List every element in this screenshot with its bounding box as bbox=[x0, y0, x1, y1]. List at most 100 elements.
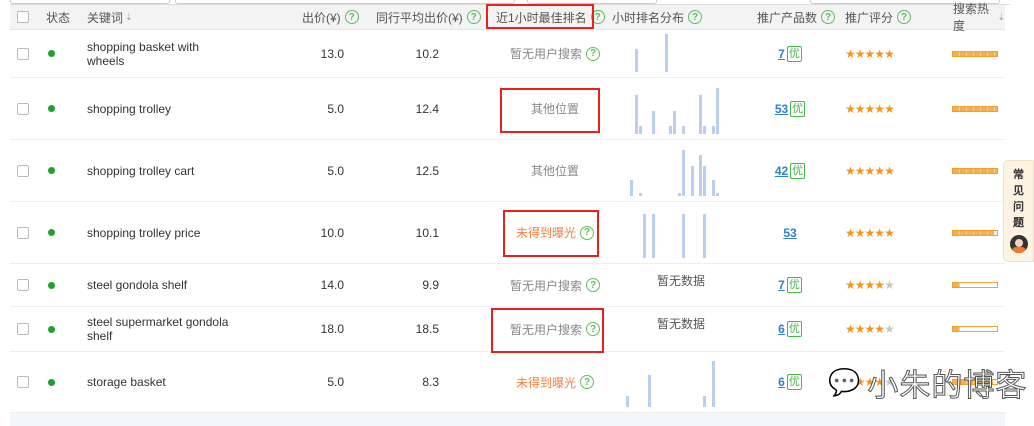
keyword-text: shopping trolley price bbox=[87, 225, 201, 240]
star-icon: ★ bbox=[884, 101, 895, 116]
product-count-link[interactable]: 7 bbox=[778, 278, 785, 292]
sort-icon[interactable]: ⇣ bbox=[997, 12, 1005, 23]
status-active-icon bbox=[48, 325, 55, 333]
highlight-box bbox=[486, 4, 594, 29]
product-count-link[interactable]: 6 bbox=[778, 322, 785, 336]
assistant-avatar-icon bbox=[1009, 235, 1028, 253]
star-icon: ★ bbox=[854, 278, 866, 292]
hour-bar bbox=[638, 192, 642, 196]
row-checkbox[interactable] bbox=[17, 323, 29, 335]
header-keyword-label: 关键词 bbox=[87, 10, 124, 25]
help-icon[interactable]: ? bbox=[688, 10, 703, 24]
keyword-text: shopping basket with wheels bbox=[87, 39, 200, 68]
star-icon: ★ bbox=[845, 225, 856, 240]
star-icon: ★ bbox=[874, 101, 885, 116]
hour-bar bbox=[681, 150, 685, 196]
help-icon[interactable]: ? bbox=[897, 10, 912, 24]
header-avg-bid: 同行平均出价(¥) bbox=[376, 10, 463, 25]
quality-badge: 优 bbox=[786, 45, 802, 62]
quality-badge: 优 bbox=[786, 277, 802, 293]
avg-bid-value: 9.9 bbox=[422, 278, 439, 292]
bid-value: 18.0 bbox=[320, 322, 344, 336]
sort-icon[interactable]: ⇣ bbox=[125, 12, 133, 23]
row-checkbox[interactable] bbox=[17, 164, 29, 177]
hourly-rank-chart bbox=[626, 88, 736, 134]
rating-stars: ★ ★ ★ ★ ★ bbox=[845, 30, 895, 77]
bid-value: 5.0 bbox=[327, 375, 344, 389]
star-icon: ★ bbox=[854, 163, 866, 178]
avg-bid-value: 10.1 bbox=[415, 225, 439, 240]
star-icon: ★ bbox=[864, 278, 876, 292]
row-checkbox[interactable] bbox=[17, 102, 29, 115]
star-icon: ★ bbox=[845, 101, 856, 116]
hour-bar bbox=[638, 125, 642, 134]
avg-bid-value: 18.5 bbox=[415, 322, 439, 336]
watermark: 💬 小朱的博客 bbox=[827, 360, 1028, 405]
star-icon: ★ bbox=[854, 225, 866, 240]
faq-button[interactable]: 常 见 问 题 bbox=[1003, 160, 1034, 262]
keyword-text: storage basket bbox=[87, 375, 166, 389]
status-active-icon bbox=[48, 167, 55, 174]
watermark-text: 小朱的博客 bbox=[867, 368, 1028, 404]
table-row bbox=[10, 413, 1005, 426]
quality-badge: 优 bbox=[790, 100, 806, 117]
product-count-link[interactable]: 53 bbox=[783, 226, 796, 240]
status-active-icon bbox=[48, 105, 55, 112]
hour-bar bbox=[634, 94, 638, 134]
help-icon[interactable]: ? bbox=[821, 10, 836, 24]
help-icon[interactable]: ? bbox=[466, 10, 481, 24]
star-icon: ★ bbox=[884, 278, 895, 292]
star-icon: ★ bbox=[854, 101, 866, 116]
row-checkbox[interactable] bbox=[17, 226, 29, 239]
help-icon[interactable]: ? bbox=[344, 10, 359, 24]
header-keyword[interactable]: 关键词 ⇣ bbox=[87, 5, 133, 29]
search-heat-bar bbox=[952, 229, 998, 236]
bid-value: 5.0 bbox=[327, 101, 344, 116]
best-rank-value: 暂无用户搜索 bbox=[509, 278, 582, 293]
hourly-rank-chart bbox=[626, 361, 736, 407]
help-icon[interactable]: ? bbox=[586, 278, 600, 292]
keyword-text: steel supermarket gondola shelf bbox=[87, 315, 229, 343]
header-product-count: 推广产品数 bbox=[757, 10, 818, 25]
table-row: shopping trolley cart 5.0 12.5 其他位置 42 优 ★ ★ ★ ★ ★ bbox=[10, 140, 1005, 202]
search-heat-bar bbox=[952, 50, 998, 57]
hour-bar bbox=[664, 34, 668, 72]
hour-bar bbox=[703, 395, 707, 407]
faq-char: 问 bbox=[1013, 201, 1024, 213]
bid-value: 13.0 bbox=[320, 46, 344, 61]
keyword-text: shopping trolley cart bbox=[87, 163, 195, 178]
star-icon: ★ bbox=[864, 46, 876, 61]
product-count-link[interactable]: 42 bbox=[775, 164, 788, 178]
product-count-link[interactable]: 53 bbox=[775, 102, 788, 116]
table-row: shopping basket with wheels 13.0 10.2 暂无用户搜… bbox=[10, 30, 1005, 78]
row-checkbox[interactable] bbox=[17, 376, 29, 388]
highlight-box bbox=[500, 88, 600, 133]
select-all-checkbox[interactable] bbox=[17, 11, 29, 23]
rating-stars: ★ ★ ★ ★ ★ bbox=[845, 264, 895, 306]
star-icon: ★ bbox=[845, 46, 856, 61]
avg-bid-value: 12.4 bbox=[415, 101, 439, 116]
bid-value: 5.0 bbox=[327, 163, 344, 178]
best-rank-value: 其他位置 bbox=[530, 164, 579, 178]
hour-bar bbox=[703, 166, 707, 196]
status-active-icon bbox=[48, 50, 55, 57]
star-icon: ★ bbox=[884, 46, 895, 61]
star-icon: ★ bbox=[874, 322, 885, 336]
keyword-text: shopping trolley bbox=[87, 101, 172, 116]
rating-stars: ★ ★ ★ ★ ★ bbox=[845, 140, 895, 201]
row-checkbox[interactable] bbox=[17, 279, 29, 291]
hour-bar bbox=[626, 395, 629, 407]
star-icon: ★ bbox=[845, 322, 856, 336]
help-icon[interactable]: ? bbox=[580, 375, 594, 389]
hourly-rank-chart bbox=[626, 150, 736, 196]
help-icon[interactable]: ? bbox=[586, 46, 600, 61]
product-count-link[interactable]: 7 bbox=[778, 47, 785, 61]
star-icon: ★ bbox=[864, 101, 876, 116]
search-heat-bar bbox=[952, 282, 998, 288]
star-icon: ★ bbox=[874, 225, 885, 240]
row-checkbox[interactable] bbox=[17, 47, 29, 60]
product-count-link[interactable]: 6 bbox=[778, 375, 785, 389]
star-icon: ★ bbox=[874, 163, 885, 178]
keyword-text: steel gondola shelf bbox=[87, 278, 188, 292]
hourly-rank-chart bbox=[626, 212, 736, 258]
